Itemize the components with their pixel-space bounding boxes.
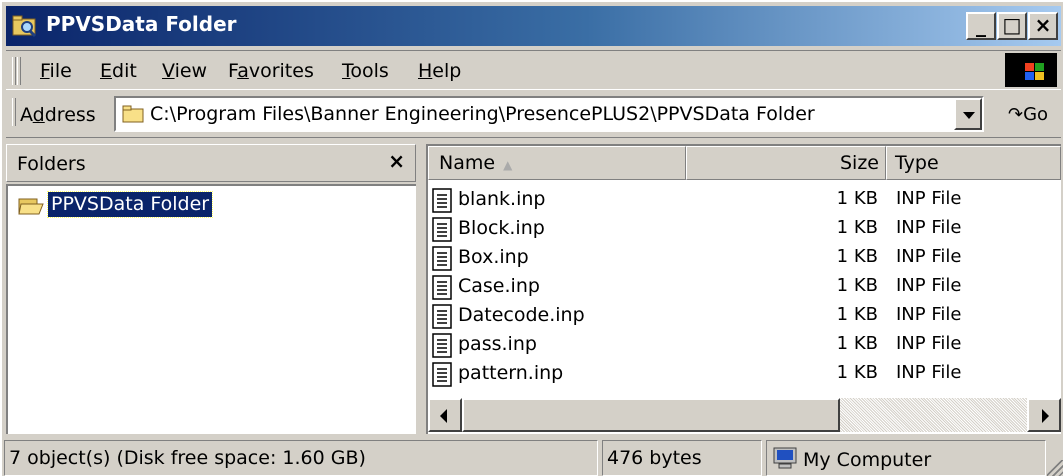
column-header-name[interactable]: Name ▲: [428, 146, 686, 180]
status-size: 476 bytes: [602, 440, 762, 476]
file-row[interactable]: Block.inp 1 KB INP File: [428, 215, 1058, 244]
toolbar-grip[interactable]: [12, 98, 16, 126]
menu-tools[interactable]: Tools: [342, 60, 389, 82]
menu-edit[interactable]: Edit: [100, 60, 137, 82]
file-name: pattern.inp: [458, 362, 564, 384]
file-size: 1 KB: [836, 333, 878, 354]
file-list: Name ▲ Size Type blank.inp 1 KB INP File Blo…: [426, 144, 1061, 434]
text-file-icon: [432, 362, 452, 387]
folders-pane: Folders × PPVSData Folder: [6, 144, 416, 434]
file-name: Box.inp: [458, 246, 529, 268]
go-button[interactable]: ↷Go: [1008, 104, 1048, 125]
file-name: Datecode.inp: [458, 304, 585, 326]
maximize-button[interactable]: □: [997, 12, 1027, 40]
minimize-button[interactable]: _: [966, 12, 996, 40]
file-type: INP File: [896, 188, 962, 209]
file-name: pass.inp: [458, 333, 537, 355]
scroll-thumb[interactable]: [462, 398, 840, 432]
sort-ascending-icon: ▲: [503, 158, 513, 172]
title-bar[interactable]: PPVSData Folder _ □ ×: [6, 6, 1061, 46]
file-row[interactable]: blank.inp 1 KB INP File: [428, 186, 1058, 215]
open-folder-icon: [18, 198, 44, 215]
file-type: INP File: [896, 217, 962, 238]
file-size: 1 KB: [836, 275, 878, 296]
address-input[interactable]: C:\Program Files\Banner Engineering\Pres…: [150, 103, 815, 125]
resize-grip[interactable]: [1047, 460, 1063, 476]
text-file-icon: [432, 188, 452, 213]
file-row[interactable]: pattern.inp 1 KB INP File: [428, 360, 1058, 389]
text-file-icon: [432, 304, 452, 329]
file-size: 1 KB: [836, 304, 878, 325]
folder-tree: PPVSData Folder: [6, 184, 416, 434]
file-row[interactable]: Datecode.inp 1 KB INP File: [428, 302, 1058, 331]
menu-bar: File Edit View Favorites Tools Help: [6, 50, 1061, 90]
text-file-icon: [432, 217, 452, 242]
file-row[interactable]: Case.inp 1 KB INP File: [428, 273, 1058, 302]
menu-file[interactable]: File: [40, 60, 72, 82]
file-name: Block.inp: [458, 217, 545, 239]
status-zone: My Computer: [766, 440, 1046, 476]
menu-view[interactable]: View: [162, 60, 207, 82]
file-size: 1 KB: [836, 362, 878, 383]
column-header-type[interactable]: Type: [886, 146, 1061, 180]
horizontal-scrollbar[interactable]: [428, 398, 1061, 432]
windows-logo-icon: [1005, 53, 1057, 87]
folders-close-button[interactable]: ×: [388, 149, 405, 173]
file-name: blank.inp: [458, 188, 546, 210]
file-size: 1 KB: [836, 188, 878, 209]
folders-header: Folders ×: [6, 144, 416, 182]
file-row[interactable]: Box.inp 1 KB INP File: [428, 244, 1058, 273]
folder-icon: [122, 105, 144, 123]
scroll-right-button[interactable]: [1027, 398, 1061, 432]
address-field[interactable]: C:\Program Files\Banner Engineering\Pres…: [114, 96, 984, 132]
file-row[interactable]: pass.inp 1 KB INP File: [428, 331, 1058, 360]
column-header-size[interactable]: Size: [686, 146, 886, 180]
status-objects: 7 object(s) (Disk free space: 1.60 GB): [4, 440, 598, 476]
folders-title: Folders: [17, 153, 86, 175]
menu-help[interactable]: Help: [418, 60, 461, 82]
folder-search-icon: [12, 15, 37, 38]
file-type: INP File: [896, 304, 962, 325]
go-arrow-icon: ↷: [1008, 104, 1024, 125]
tree-item-label[interactable]: PPVSData Folder: [46, 191, 214, 218]
address-bar: Address C:\Program Files\Banner Engineer…: [6, 92, 1061, 138]
file-type: INP File: [896, 362, 962, 383]
file-type: INP File: [896, 275, 962, 296]
text-file-icon: [432, 275, 452, 300]
status-bar: 7 object(s) (Disk free space: 1.60 GB) 4…: [2, 438, 1063, 476]
text-file-icon: [432, 333, 452, 358]
window-title: PPVSData Folder: [46, 12, 237, 36]
toolbar-grip[interactable]: [17, 57, 21, 85]
text-file-icon: [432, 246, 452, 271]
explorer-window: PPVSData Folder _ □ × File Edit View Fav…: [0, 0, 1063, 476]
scroll-left-button[interactable]: [428, 398, 462, 432]
file-size: 1 KB: [836, 217, 878, 238]
file-name: Case.inp: [458, 275, 540, 297]
file-type: INP File: [896, 333, 962, 354]
toolbar-grip[interactable]: [12, 57, 16, 85]
menu-favorites[interactable]: Favorites: [228, 60, 314, 82]
close-button[interactable]: ×: [1028, 12, 1058, 40]
my-computer-icon: [773, 447, 797, 469]
file-size: 1 KB: [836, 246, 878, 267]
status-zone-label: My Computer: [803, 449, 932, 471]
address-label: Address: [20, 104, 96, 126]
address-dropdown-button[interactable]: [954, 98, 982, 130]
file-type: INP File: [896, 246, 962, 267]
